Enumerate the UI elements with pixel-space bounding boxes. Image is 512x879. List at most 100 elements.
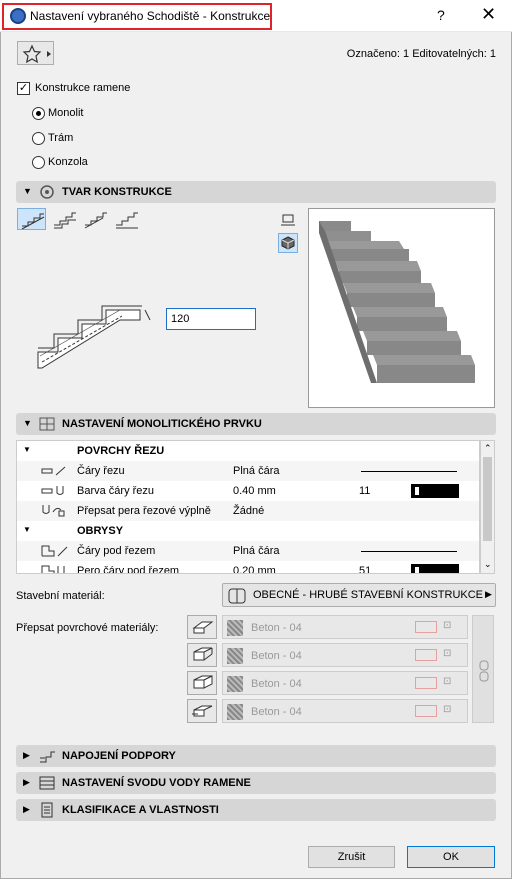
monolithic-section-icon xyxy=(39,417,55,431)
section-line-icon xyxy=(41,466,66,476)
material-swatch xyxy=(227,704,243,720)
surface-material-value: Beton - 04 xyxy=(251,650,302,662)
collapse-arrow-icon: ▼ xyxy=(23,445,31,454)
section-monolithic[interactable]: ▼ NASTAVENÍ MONOLITICKÉHO PRVKU xyxy=(16,413,496,435)
close-button[interactable]: ✕ xyxy=(481,4,496,25)
drainage-icon xyxy=(39,776,55,790)
group-label: POVRCHY ŘEZU xyxy=(77,445,165,457)
archicad-icon xyxy=(10,8,26,24)
surface-material-field: Beton - 04 ⊡ xyxy=(222,671,468,695)
surface-settings-table: ▼ POVRCHY ŘEZU Čáry řezu Plná čára Barva… xyxy=(16,440,480,574)
scrollbar-thumb[interactable] xyxy=(483,457,492,541)
building-material-label: Stavební materiál: xyxy=(16,590,105,602)
3d-view-toggle[interactable] xyxy=(278,233,298,253)
row-value: Žádné xyxy=(233,505,265,517)
outline-line-icon xyxy=(41,545,68,557)
surface-end-toggle[interactable] xyxy=(187,699,217,723)
surface-material-field: Beton - 04 ⊡ xyxy=(222,643,468,667)
pen-swatch xyxy=(411,564,459,573)
texture-icon xyxy=(415,677,437,689)
radio-tram[interactable] xyxy=(32,132,45,145)
radio-konzola-label: Konzola xyxy=(48,156,88,168)
thickness-input[interactable] xyxy=(166,308,256,330)
material-settings-icon: ⊡ xyxy=(443,676,452,687)
plan-view-icon xyxy=(281,214,295,226)
plan-view-toggle[interactable] xyxy=(279,212,297,230)
building-material-select[interactable]: OBECNÉ - HRUBÉ STAVEBNÍ KONSTRUKCE ▶ xyxy=(222,583,496,607)
section-shape-label: TVAR KONSTRUKCE xyxy=(62,186,172,198)
section-classification[interactable]: ▶ KLASIFIKACE A VLASTNOSTI xyxy=(16,799,496,821)
cube-icon xyxy=(281,236,295,250)
table-row[interactable]: Pero čáry pod řezem 0.20 mm 51 xyxy=(17,561,479,574)
shape-type-3-button[interactable] xyxy=(81,208,110,230)
material-settings-icon: ⊡ xyxy=(443,620,452,631)
group-row[interactable]: ▼ OBRYSY xyxy=(17,521,479,541)
table-row[interactable]: Čáry řezu Plná čára xyxy=(17,461,479,481)
texture-icon xyxy=(415,649,437,661)
material-icon xyxy=(228,588,246,604)
pen-swatch xyxy=(411,484,459,498)
collapse-arrow-icon: ▼ xyxy=(23,525,31,534)
table-row[interactable]: Přepsat pera řezové výplně Žádné xyxy=(17,501,479,521)
texture-icon xyxy=(415,621,437,633)
row-label: Pero čáry pod řezem xyxy=(77,565,180,574)
surface-side-toggle[interactable] xyxy=(187,671,217,695)
table-row[interactable]: Čáry pod řezem Plná čára xyxy=(17,541,479,561)
row-value: Plná čára xyxy=(233,465,280,477)
row-label: Čáry pod řezem xyxy=(77,545,156,557)
scroll-up-icon[interactable]: ⌃ xyxy=(484,443,492,454)
selection-status: Označeno: 1 Editovatelných: 1 xyxy=(346,48,496,60)
expand-arrow-icon: ▶ xyxy=(23,750,30,760)
ok-button[interactable]: OK xyxy=(407,846,495,868)
texture-icon xyxy=(415,705,437,717)
outline-pen-icon xyxy=(41,565,65,573)
shape-section-icon xyxy=(40,185,54,199)
surface-bottom-toggle[interactable] xyxy=(187,643,217,667)
material-swatch xyxy=(227,648,243,664)
surface-material-value: Beton - 04 xyxy=(251,706,302,718)
section-drainage-label: NASTAVENÍ SVODU VODY RAMENE xyxy=(62,777,251,789)
shape-type-4-button[interactable] xyxy=(112,208,141,230)
section-drainage[interactable]: ▶ NASTAVENÍ SVODU VODY RAMENE xyxy=(16,772,496,794)
row-label: Čáry řezu xyxy=(77,465,125,477)
radio-konzola[interactable] xyxy=(32,156,45,169)
radio-monolit[interactable] xyxy=(32,107,45,120)
radio-monolit-label: Monolit xyxy=(48,107,84,119)
section-support[interactable]: ▶ NAPOJENÍ PODPORY xyxy=(16,745,496,767)
row-value: Plná čára xyxy=(233,545,280,557)
radio-tram-label: Trám xyxy=(48,132,74,144)
pen-color-icon xyxy=(41,486,64,495)
stair-shape-icon xyxy=(116,212,138,229)
section-shape[interactable]: ▼ TVAR KONSTRUKCE xyxy=(16,181,496,203)
row-value: 0.40 mm xyxy=(233,485,276,497)
shape-type-2-button[interactable] xyxy=(50,208,79,230)
building-material-value: OBECNÉ - HRUBÉ STAVEBNÍ KONSTRUKCE xyxy=(253,589,484,601)
table-scrollbar[interactable]: ⌃ ⌄ xyxy=(480,440,495,574)
link-materials-toggle[interactable] xyxy=(472,615,494,723)
scroll-down-icon[interactable]: ⌄ xyxy=(484,559,492,570)
surface-top-toggle[interactable] xyxy=(187,615,217,639)
stair-section-diagram xyxy=(37,305,151,369)
classification-icon xyxy=(41,802,53,818)
cancel-button[interactable]: Zrušit xyxy=(308,846,395,868)
stair-3d-preview[interactable] xyxy=(308,208,495,408)
surface-material-value: Beton - 04 xyxy=(251,678,302,690)
structure-checkbox[interactable]: ✓ xyxy=(17,82,30,95)
solid-line-preview xyxy=(361,551,457,552)
group-label: OBRYSY xyxy=(77,525,124,537)
section-monolithic-label: NASTAVENÍ MONOLITICKÉHO PRVKU xyxy=(62,418,262,430)
favorites-button[interactable] xyxy=(17,41,54,65)
help-button[interactable]: ? xyxy=(437,7,445,23)
group-row[interactable]: ▼ POVRCHY ŘEZU xyxy=(17,441,479,461)
collapse-arrow-icon: ▼ xyxy=(23,186,32,196)
material-settings-icon: ⊡ xyxy=(443,704,452,715)
shape-type-1-button[interactable] xyxy=(17,208,46,230)
surface-material-value: Beton - 04 xyxy=(251,622,302,634)
stair-shape-icon xyxy=(54,212,76,229)
table-row[interactable]: Barva čáry řezu 0.40 mm 11 xyxy=(17,481,479,501)
stair-3d-render xyxy=(319,221,475,383)
section-support-label: NAPOJENÍ PODPORY xyxy=(62,750,176,762)
expand-arrow-icon: ▶ xyxy=(23,777,30,787)
chain-link-icon xyxy=(479,660,489,682)
override-surfaces-label: Přepsat povrchové materiály: xyxy=(16,622,159,634)
